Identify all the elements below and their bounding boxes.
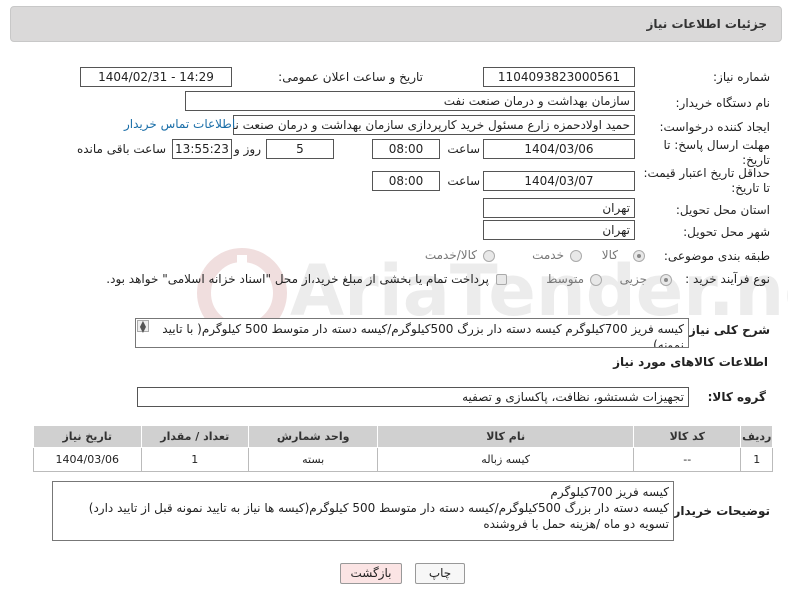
cell-unit: بسته	[247, 447, 379, 472]
description-scroll-icon[interactable]: ▲ ▼	[137, 320, 149, 334]
col-code: کد کالا	[632, 425, 742, 448]
purchase-radio-minor[interactable]	[660, 274, 672, 286]
need-number-label: شماره نیاز:	[713, 70, 770, 84]
price-validity-label: حداقل تاریخ اعتبار قیمت:	[643, 166, 770, 180]
announce-field: 1404/02/31 - 14:29	[80, 67, 232, 87]
price-date-field: 1404/03/07	[483, 171, 635, 191]
buyer-notes-line: کیسه دسته دار بزرگ 500کیلوگرم/کیسه دسته …	[88, 501, 669, 515]
buyer-notes-label: توضیحات خریدار:	[668, 504, 770, 518]
category-radio-service[interactable]	[570, 250, 582, 262]
table-row: 1 -- کیسه زباله بسته 1 1404/03/06	[33, 447, 773, 472]
days-label: روز و	[234, 142, 261, 156]
category-radio-goods[interactable]	[633, 250, 645, 262]
buyer-org-field: سازمان بهداشت و درمان صنعت نفت	[185, 91, 635, 111]
table-header-row: ردیف کد کالا نام کالا واحد شمارش تعداد /…	[33, 425, 773, 448]
city-label: شهر محل تحویل:	[683, 225, 770, 239]
col-unit: واحد شمارش	[247, 425, 379, 448]
back-button[interactable]: بازگشت	[340, 563, 402, 584]
reply-time-label: ساعت	[447, 142, 480, 156]
buyer-notes-line: کیسه فریز 700کیلوگرم	[550, 485, 669, 499]
price-time-field: 08:00	[372, 171, 440, 191]
reply-deadline-label: مهلت ارسال پاسخ: تا	[663, 138, 770, 152]
reply-time-field: 08:00	[372, 139, 440, 159]
province-label: استان محل تحویل:	[675, 203, 770, 217]
cell-code: --	[632, 447, 742, 472]
category-radio-both[interactable]	[483, 250, 495, 262]
col-qty: تعداد / مقدار	[140, 425, 249, 448]
purchase-option-minor: جزیی	[619, 272, 647, 286]
goods-group-field: تجهیزات شستشو، نظافت، پاکسازی و تصفیه	[137, 387, 689, 407]
description-label: شرح کلی نیاز:	[684, 323, 770, 337]
province-field: تهران	[483, 198, 635, 218]
goods-table: ردیف کد کالا نام کالا واحد شمارش تعداد /…	[33, 425, 773, 472]
announce-label: تاریخ و ساعت اعلان عمومی:	[278, 70, 423, 84]
cell-row: 1	[740, 447, 773, 472]
price-time-label: ساعت	[447, 174, 480, 188]
purchase-option-medium: متوسط	[546, 272, 584, 286]
days-field: 5	[266, 139, 334, 159]
buyer-notes-field: کیسه فریز 700کیلوگرم کیسه دسته دار بزرگ …	[52, 481, 674, 541]
cell-date: 1404/03/06	[33, 447, 142, 472]
cell-name: کیسه زباله	[377, 447, 634, 472]
price-validity-label-date: تا تاریخ:	[731, 181, 770, 195]
treasury-note: پرداخت تمام یا بخشی از مبلغ خرید،از محل …	[106, 272, 489, 286]
buyer-contact-link[interactable]: اطلاعات تماس خریدار	[124, 117, 235, 131]
remaining-time-field: 13:55:23	[172, 139, 232, 159]
goods-info-title: اطلاعات کالاهای مورد نیاز	[613, 355, 768, 369]
treasury-checkbox[interactable]	[496, 274, 507, 285]
reply-deadline-label-date: تاریخ:	[742, 153, 770, 167]
category-label: طبقه بندی موضوعی:	[663, 249, 770, 263]
remaining-label: ساعت باقی مانده	[76, 142, 166, 156]
col-date: تاریخ نیاز	[33, 425, 142, 448]
description-field: کیسه فریز 700کیلوگرم کیسه دسته دار بزرگ …	[135, 318, 689, 348]
buyer-org-label: نام دستگاه خریدار:	[675, 96, 771, 110]
category-option-service: خدمت	[532, 248, 564, 262]
requester-field: حمید اولادحمزه زارع مسئول خرید کارپردازی…	[233, 115, 635, 135]
city-field: تهران	[483, 220, 635, 240]
requester-label: ایجاد کننده درخواست:	[659, 120, 770, 134]
cell-qty: 1	[140, 447, 249, 472]
goods-group-label: گروه کالا:	[707, 390, 766, 404]
need-number-field: 1104093823000561	[483, 67, 635, 87]
purchase-type-label: نوع فرآیند خرید :	[685, 272, 770, 286]
col-name: نام کالا	[377, 425, 634, 448]
print-button[interactable]: چاپ	[415, 563, 465, 584]
purchase-radio-medium[interactable]	[590, 274, 602, 286]
buyer-notes-line: تسویه دو ماه /هزینه حمل با فروشنده	[483, 517, 669, 531]
reply-date-field: 1404/03/06	[483, 139, 635, 159]
category-option-both: کالا/خدمت	[424, 248, 477, 262]
col-row: ردیف	[740, 425, 773, 448]
category-option-goods: کالا	[601, 248, 618, 262]
